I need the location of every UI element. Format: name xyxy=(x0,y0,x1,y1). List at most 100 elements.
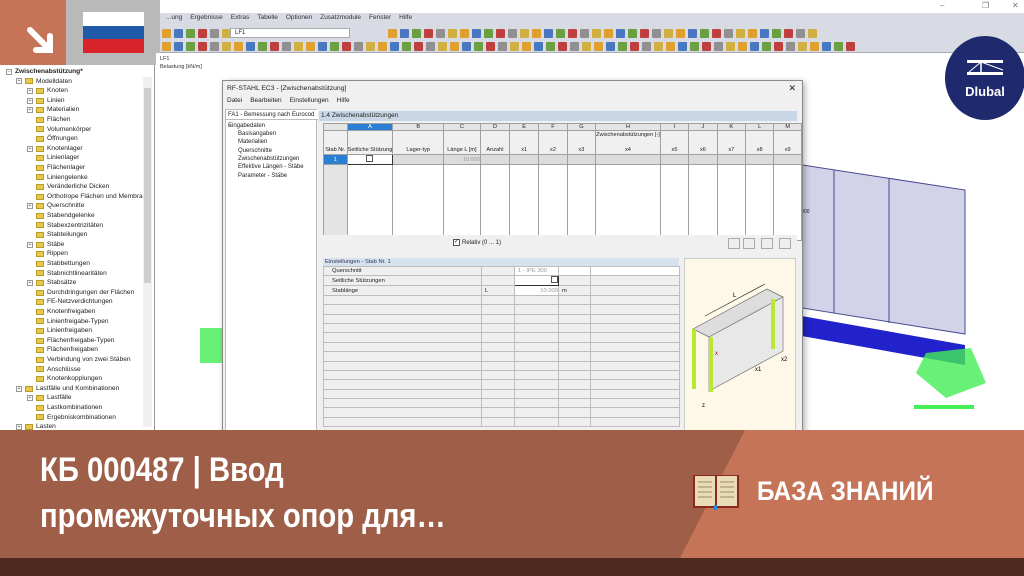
expand-icon[interactable]: + xyxy=(27,203,33,210)
toolbar-icon[interactable] xyxy=(748,28,757,38)
table-cell[interactable] xyxy=(392,154,444,165)
toolbar-icon[interactable] xyxy=(846,41,855,51)
column-letter[interactable]: L xyxy=(744,123,775,131)
toolbar-icon[interactable] xyxy=(450,41,459,51)
toolbar-icon[interactable] xyxy=(582,41,591,51)
toolbar-icon[interactable] xyxy=(736,28,745,38)
dialog-menu-item[interactable]: Einstellungen xyxy=(290,97,329,104)
settings-cell[interactable] xyxy=(514,304,559,315)
tree-item[interactable]: + Modelldaten xyxy=(16,77,72,87)
settings-cell[interactable] xyxy=(514,360,559,371)
table-cell[interactable] xyxy=(566,154,597,165)
table-cell[interactable] xyxy=(595,164,661,241)
table-cell[interactable] xyxy=(509,154,540,165)
toolbar-icon[interactable] xyxy=(568,28,577,38)
table-cell[interactable] xyxy=(538,154,568,165)
tree-item[interactable]: Veränderliche Dicken xyxy=(27,182,109,192)
column-letter[interactable] xyxy=(323,123,348,131)
tree-item[interactable]: Orthotrope Flächen und Membran xyxy=(27,192,146,202)
tree-item[interactable]: + Querschnitte xyxy=(27,201,84,211)
toolbar-icon[interactable] xyxy=(234,41,243,51)
expand-icon[interactable]: + xyxy=(27,145,33,152)
column-letter[interactable]: K xyxy=(716,123,746,131)
settings-cell[interactable]: 10.000 xyxy=(514,285,559,296)
nav-item[interactable]: Parameter - Stäbe xyxy=(238,173,287,179)
toolbar-icon[interactable] xyxy=(520,28,529,38)
table-cell[interactable] xyxy=(346,164,394,241)
toolbar-icon[interactable] xyxy=(222,41,231,51)
toolbar-icon[interactable] xyxy=(654,41,663,51)
toolbar-icon[interactable] xyxy=(246,41,255,51)
toolbar-icon[interactable] xyxy=(186,41,195,51)
view-button[interactable] xyxy=(779,238,791,249)
collapse-icon[interactable]: – xyxy=(6,68,12,75)
table-cell[interactable] xyxy=(659,164,690,241)
toolbar-icon[interactable] xyxy=(714,41,723,51)
tree-item[interactable]: Flächenfreigaben xyxy=(27,345,98,355)
toolbar-icon[interactable] xyxy=(786,41,795,51)
toolbar-icon[interactable] xyxy=(318,41,327,51)
toolbar-icon[interactable] xyxy=(436,28,445,38)
toolbar-icon[interactable] xyxy=(162,41,171,51)
table-cell[interactable] xyxy=(479,164,511,241)
tree-item[interactable]: Lastkombinationen xyxy=(27,403,102,413)
toolbar-icon[interactable] xyxy=(282,41,291,51)
tree-item[interactable]: Ergebniskombinationen xyxy=(27,413,116,423)
tree-item[interactable]: Durchdringungen der Flächen xyxy=(27,288,134,298)
settings-cell[interactable] xyxy=(514,407,559,418)
toolbar-icon[interactable] xyxy=(712,28,721,38)
toolbar-icon[interactable] xyxy=(678,41,687,51)
settings-cell[interactable] xyxy=(514,351,559,362)
tree-item[interactable]: + Knotenlager xyxy=(27,144,83,154)
maximize-button[interactable]: ❐ xyxy=(982,1,989,10)
expand-icon[interactable]: + xyxy=(16,78,22,85)
toolbar-icon[interactable] xyxy=(522,41,531,51)
toolbar-icon[interactable] xyxy=(448,28,457,38)
close-button[interactable]: ✕ xyxy=(1012,1,1019,10)
toolbar-icon[interactable] xyxy=(270,41,279,51)
settings-cell[interactable] xyxy=(514,332,559,343)
toolbar-icon[interactable] xyxy=(570,41,579,51)
toolbar-icon[interactable] xyxy=(666,41,675,51)
column-letter[interactable]: I xyxy=(659,123,690,131)
toolbar-icon[interactable] xyxy=(426,41,435,51)
toolbar-icon[interactable] xyxy=(796,28,805,38)
tree-root[interactable]: – Zwischenabstützung* xyxy=(6,67,83,77)
toolbar-icon[interactable] xyxy=(174,41,183,51)
table-cell[interactable] xyxy=(538,164,568,241)
tree-item[interactable]: FE-Netzverdichtungen xyxy=(27,297,113,307)
table-cell[interactable] xyxy=(509,164,540,241)
tree-item[interactable]: Verbindung von zwei Stäben xyxy=(27,355,131,365)
table-cell[interactable] xyxy=(392,164,444,241)
tree-item[interactable]: Stabbettungen xyxy=(27,259,90,269)
column-letter[interactable]: C xyxy=(443,123,481,131)
column-letter[interactable]: G xyxy=(566,123,597,131)
toolbar-icon[interactable] xyxy=(822,41,831,51)
toolbar-icon[interactable] xyxy=(390,41,399,51)
toolbar-icon[interactable] xyxy=(772,28,781,38)
toolbar-icon[interactable] xyxy=(762,41,771,51)
toolbar-icon[interactable] xyxy=(330,41,339,51)
column-letter[interactable]: B xyxy=(392,123,444,131)
toolbar-icon[interactable] xyxy=(414,41,423,51)
tree-item[interactable]: Linienfreigabe-Typen xyxy=(27,317,109,327)
menu-item[interactable]: Optionen xyxy=(286,14,312,21)
column-letter[interactable]: M xyxy=(773,123,802,131)
column-letter[interactable]: J xyxy=(688,123,718,131)
table-cell[interactable] xyxy=(659,154,690,165)
toolbar-icon[interactable] xyxy=(486,41,495,51)
tree-item[interactable]: Rippen xyxy=(27,249,68,259)
toolbar-icon[interactable] xyxy=(618,41,627,51)
tree-scrollbar-thumb[interactable] xyxy=(144,88,151,283)
import-button[interactable] xyxy=(728,238,740,249)
toolbar-icon[interactable] xyxy=(162,28,171,38)
toolbar-icon[interactable] xyxy=(580,28,589,38)
toolbar-icon[interactable] xyxy=(750,41,759,51)
toolbar-icon[interactable] xyxy=(594,41,603,51)
table-cell[interactable]: 10.000 xyxy=(443,154,481,165)
menu-item[interactable]: Zusatzmodule xyxy=(320,14,361,21)
toolbar-icon[interactable] xyxy=(774,41,783,51)
toolbar-icon[interactable] xyxy=(738,41,747,51)
load-case-select[interactable]: LF1 xyxy=(230,28,350,38)
settings-cell[interactable] xyxy=(514,388,559,400)
